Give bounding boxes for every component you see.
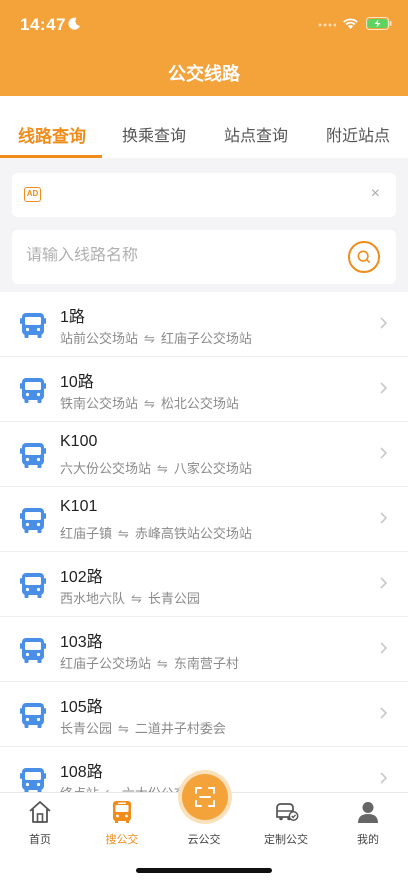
direction-arrow-icon: ⇋ xyxy=(144,331,155,346)
route-stops: 铁南公交场站 ⇋ 松北公交场站 xyxy=(60,393,239,412)
route-destination: 八家公交场站 xyxy=(173,461,252,476)
route-origin: 红庙子镇 xyxy=(60,526,113,541)
tab-bar: 线路查询 换乘查询 站点查询 附近站点 xyxy=(0,96,408,158)
status-time: 14:47 xyxy=(20,15,66,34)
chevron-right-icon xyxy=(380,772,388,784)
bus-icon xyxy=(20,508,46,533)
direction-arrow-icon: ⇋ xyxy=(118,526,129,541)
bus-icon xyxy=(20,378,46,403)
route-stops: 红庙子镇 ⇋ 赤峰高铁站公交场站 xyxy=(60,523,252,542)
route-name: K101 xyxy=(60,498,98,515)
route-destination: 赤峰高铁站公交场站 xyxy=(134,526,252,541)
bottom-nav-label: 搜公交 xyxy=(105,834,139,846)
route-destination: 长青公园 xyxy=(147,591,200,606)
chevron-right-icon xyxy=(380,512,388,524)
route-list-item[interactable]: K101 红庙子镇 ⇋ 赤峰高铁站公交场站 xyxy=(0,487,408,552)
signal-icon xyxy=(318,23,336,27)
ad-badge: AD xyxy=(24,187,41,202)
active-tab-indicator xyxy=(0,155,102,158)
bus-icon xyxy=(20,443,46,468)
route-list-item[interactable]: 105路长青公园 ⇋ 二道井子村委会 xyxy=(0,682,408,747)
route-name: 1路 xyxy=(60,309,85,326)
tab-stop-query[interactable]: 站点查询 xyxy=(224,122,288,146)
route-name: 10路 xyxy=(60,374,94,391)
status-bar: 14:47 xyxy=(0,0,408,48)
chevron-right-icon xyxy=(380,447,388,459)
route-name: 103路 xyxy=(60,634,103,651)
wifi-icon xyxy=(343,18,358,29)
route-name: 108路 xyxy=(60,764,103,781)
search-icon[interactable] xyxy=(348,241,380,273)
route-list-item[interactable]: 10路铁南公交场站 ⇋ 松北公交场站 xyxy=(0,357,408,422)
bottom-nav-label: 我的 xyxy=(357,834,379,846)
route-name: 105路 xyxy=(60,699,103,716)
route-origin: 西水地六队 xyxy=(60,591,126,606)
tab-nearby-stops[interactable]: 附近站点 xyxy=(326,122,390,146)
route-stops: 六大份公交场站 ⇋ 八家公交场站 xyxy=(60,458,252,477)
bus-icon xyxy=(20,638,46,663)
ad-banner[interactable]: AD × xyxy=(12,173,396,217)
route-destination: 东南营子村 xyxy=(173,656,239,671)
route-stops: 红庙子公交场站 ⇋ 东南营子村 xyxy=(60,653,239,672)
scan-icon xyxy=(195,787,215,807)
scan-button[interactable] xyxy=(182,774,228,820)
chevron-right-icon xyxy=(380,382,388,394)
route-list-item[interactable]: 1路站前公交场站 ⇋ 红庙子公交场站 xyxy=(0,292,408,357)
bottom-nav-label: 云公交 xyxy=(187,834,221,846)
route-origin: 站前公交场站 xyxy=(60,331,139,346)
route-stops: 长青公园 ⇋ 二道井子村委会 xyxy=(60,718,226,737)
route-origin: 红庙子公交场站 xyxy=(60,656,152,671)
direction-arrow-icon: ⇋ xyxy=(118,721,129,736)
home-icon xyxy=(29,801,51,823)
direction-arrow-icon: ⇋ xyxy=(157,461,168,476)
page-title: 公交线路 xyxy=(168,64,240,84)
route-name: K100 xyxy=(60,433,98,450)
chevron-right-icon xyxy=(380,707,388,719)
route-list-item[interactable]: 103路红庙子公交场站 ⇋ 东南营子村 xyxy=(0,617,408,682)
moon-icon xyxy=(68,17,80,30)
close-icon[interactable]: × xyxy=(371,185,380,203)
user-icon xyxy=(358,802,378,823)
route-destination: 二道井子村委会 xyxy=(134,721,226,736)
route-stops: 西水地六队 ⇋ 长青公园 xyxy=(60,588,200,607)
route-name: 102路 xyxy=(60,569,103,586)
route-origin: 六大份公交场站 xyxy=(60,461,152,476)
route-list-item[interactable]: 102路西水地六队 ⇋ 长青公园 xyxy=(0,552,408,617)
route-origin: 长青公园 xyxy=(60,721,113,736)
direction-arrow-icon: ⇋ xyxy=(144,396,155,411)
bus-icon xyxy=(20,703,46,728)
direction-arrow-icon: ⇋ xyxy=(157,656,168,671)
route-destination: 松北公交场站 xyxy=(160,396,239,411)
chevron-right-icon xyxy=(380,317,388,329)
chevron-right-icon xyxy=(380,642,388,654)
tab-transfer-query[interactable]: 换乘查询 xyxy=(122,122,186,146)
search-box xyxy=(12,230,396,284)
route-list: 1路站前公交场站 ⇋ 红庙子公交场站 10路铁南公交场站 ⇋ 松北公交场站 K100 六大份公… xyxy=(0,292,408,792)
bus-icon xyxy=(20,573,46,598)
bus-icon xyxy=(20,313,46,338)
route-search-input[interactable] xyxy=(26,247,336,265)
bottom-nav-label: 首页 xyxy=(29,834,51,846)
direction-arrow-icon: ⇋ xyxy=(131,591,142,606)
tab-route-query[interactable]: 线路查询 xyxy=(18,122,86,147)
route-destination: 红庙子公交场站 xyxy=(160,331,252,346)
home-indicator xyxy=(136,868,272,873)
route-origin: 铁南公交场站 xyxy=(60,396,139,411)
bus-icon xyxy=(113,801,131,823)
route-stops: 站前公交场站 ⇋ 红庙子公交场站 xyxy=(60,328,252,347)
chevron-right-icon xyxy=(380,577,388,589)
battery-charging-icon xyxy=(366,17,392,30)
custom-bus-icon xyxy=(276,803,299,821)
bottom-nav-label: 定制公交 xyxy=(264,834,308,846)
bus-icon xyxy=(20,768,46,792)
route-list-item[interactable]: K100 六大份公交场站 ⇋ 八家公交场站 xyxy=(0,422,408,487)
